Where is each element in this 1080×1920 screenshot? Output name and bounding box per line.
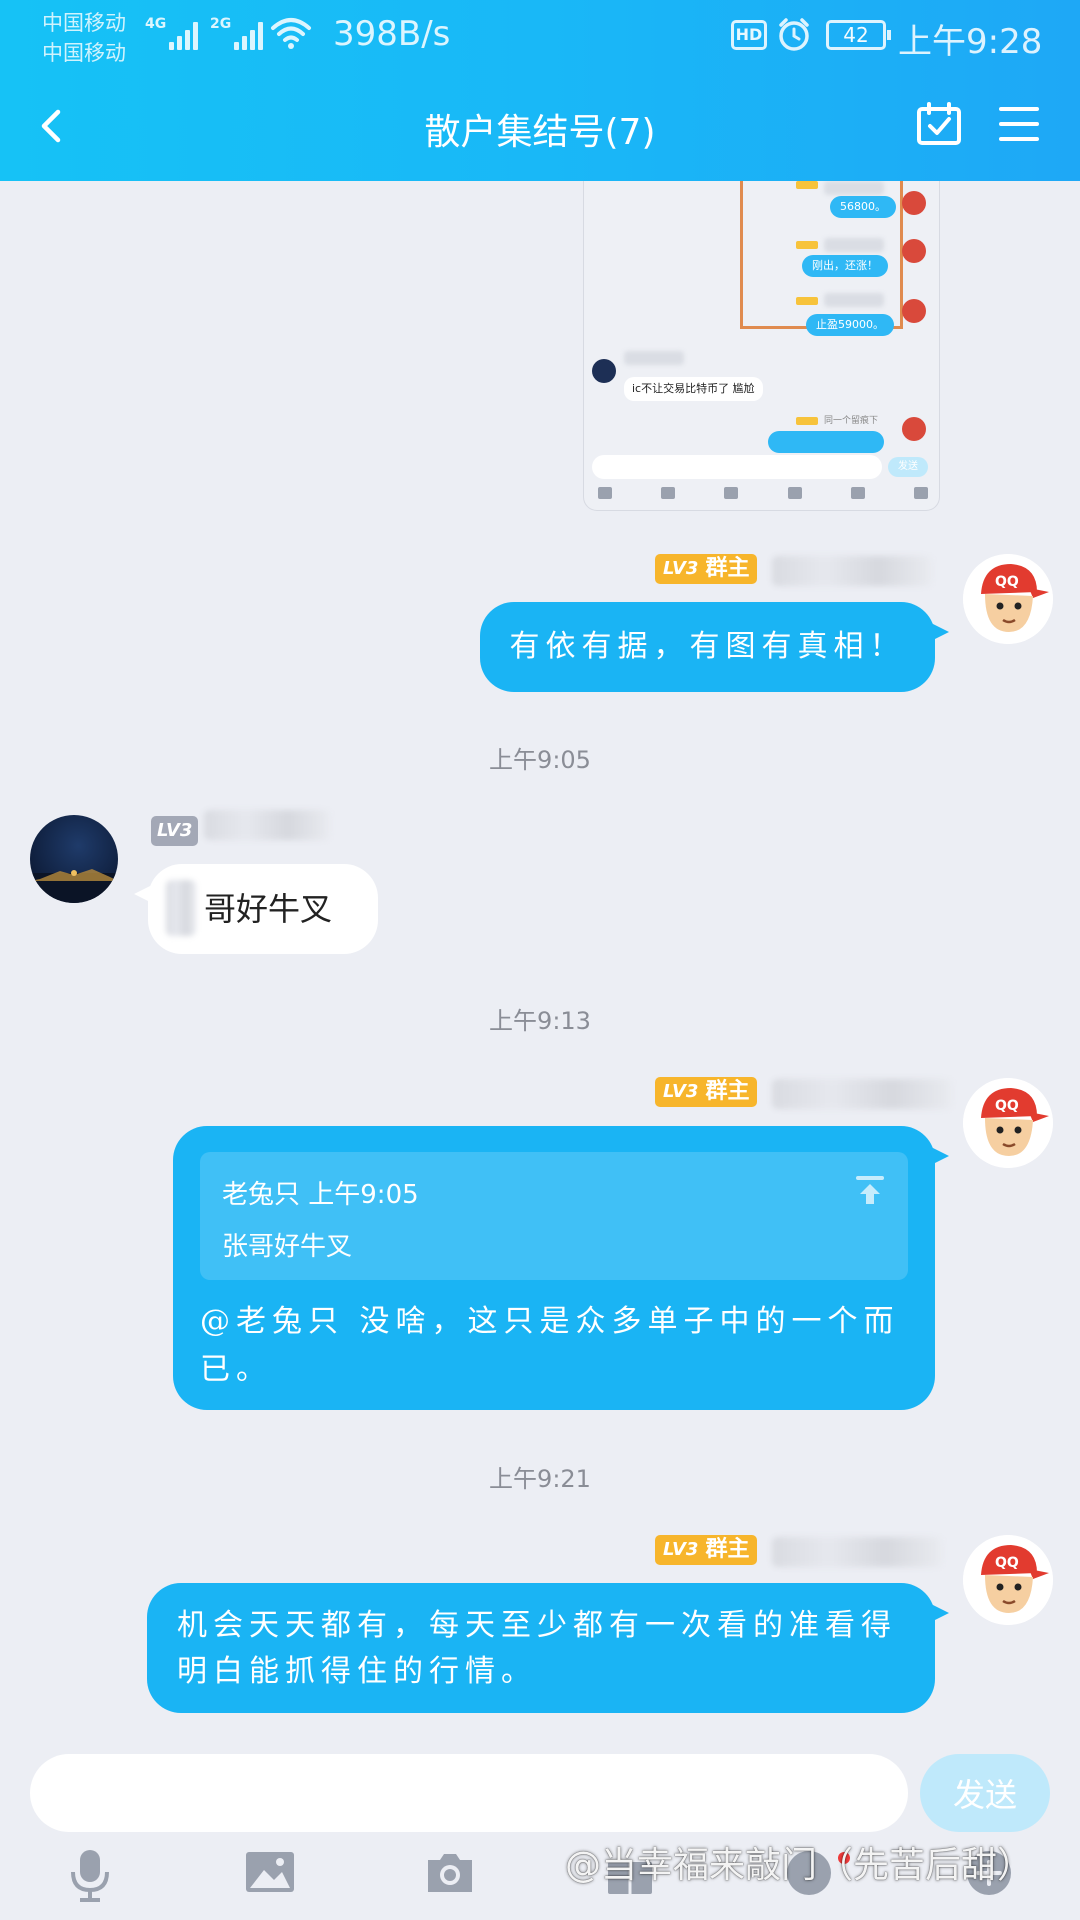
mini-avatar <box>902 299 926 323</box>
mini-avatar <box>592 359 616 383</box>
sender-name-blurred <box>772 1079 952 1109</box>
camera-icon[interactable] <box>424 1848 476 1896</box>
owner-badge: LV3 群主 <box>655 1535 758 1565</box>
watermark: @当幸福来敲门（先苦后甜） <box>565 1845 1034 1886</box>
avatar[interactable]: QQ <box>963 554 1053 644</box>
quote-text: 张哥好牛叉 <box>222 1232 353 1262</box>
carrier-2: 中国移动 <box>42 41 126 65</box>
night-city-icon <box>30 869 118 903</box>
cap-boy-icon: QQ <box>963 554 1053 644</box>
jump-to-top-icon[interactable] <box>854 1174 886 1206</box>
timestamp: 上午9:05 <box>489 746 591 774</box>
avatar[interactable]: QQ <box>963 1535 1053 1625</box>
svg-text:QQ: QQ <box>995 1098 1019 1114</box>
timestamp: 上午9:21 <box>489 1465 591 1493</box>
mini-send: 发送 <box>888 457 928 477</box>
back-arrow-icon[interactable] <box>28 98 78 154</box>
timestamp: 上午9:13 <box>489 1007 591 1035</box>
cap-boy-icon: QQ <box>963 1078 1053 1168</box>
svg-text:QQ: QQ <box>995 1555 1019 1571</box>
mini-avatar <box>902 239 926 263</box>
reply-quote[interactable]: 老兔只 上午9:05 张哥好牛叉 <box>200 1152 908 1280</box>
mini-tag-text: 同一个留痕下 <box>824 416 879 426</box>
avatar[interactable] <box>30 815 118 903</box>
menu-icon[interactable] <box>998 104 1040 144</box>
app-header: 中国移动 中国移动 4G 2G 398B/s HD 42 上午9:28 散户集结… <box>0 0 1080 181</box>
mini-bubble-2: 刚出，还涨！ <box>802 255 888 277</box>
image-icon[interactable] <box>244 1848 296 1896</box>
mini-input <box>592 455 882 479</box>
sender-name-blurred <box>204 810 330 840</box>
cap-boy-icon: QQ <box>963 1535 1053 1625</box>
mic-icon[interactable] <box>68 1848 112 1902</box>
carrier-1: 中国移动 <box>42 11 126 35</box>
shared-screenshot-image[interactable]: 56800。 刚出，还涨！ 止盈59000。 ic不让交易比特币了 尴尬 同一个… <box>583 181 940 511</box>
message-text: 哥好牛叉 <box>204 890 333 928</box>
status-bar: 中国移动 中国移动 4G 2G 398B/s HD 42 上午9:28 <box>0 0 1080 80</box>
mini-voice-bubble <box>768 431 884 453</box>
mini-bubble-3: 止盈59000。 <box>806 314 894 336</box>
sender-name-blurred <box>772 556 932 586</box>
send-button[interactable]: 发送 <box>920 1754 1050 1832</box>
mini-other-message: ic不让交易比特币了 尴尬 <box>624 377 763 401</box>
signal-4g-icon: 4G <box>145 16 201 50</box>
carrier-labels: 中国移动 中国移动 <box>42 8 126 68</box>
owner-badge: LV3 群主 <box>655 1077 758 1107</box>
message-bubble[interactable]: 机会天天都有，每天至少都有一次看的准看得 明白能抓得住的行情。 <box>147 1583 949 1713</box>
svg-text:QQ: QQ <box>995 574 1019 590</box>
wifi-icon <box>271 18 311 49</box>
mini-toolbar <box>598 487 928 499</box>
avatar[interactable]: QQ <box>963 1078 1053 1168</box>
message-bubble[interactable]: 有依有据，有图有真相！ <box>480 602 949 692</box>
sender-name-blurred <box>772 1537 942 1567</box>
text-blurred <box>166 880 196 936</box>
calendar-check-icon[interactable] <box>915 100 963 148</box>
message-text-line: 明白能抓得住的行情。 <box>177 1654 537 1689</box>
mini-avatar <box>902 417 926 441</box>
hd-icon: HD <box>731 20 767 50</box>
mini-bubble-1: 56800。 <box>830 196 896 218</box>
message-text: @老兔只 没啥，这只是众多单子中的一个而 已。 <box>200 1304 900 1387</box>
message-text-line: 机会天天都有，每天至少都有一次看的准看得 <box>177 1608 897 1643</box>
net-speed: 398B/s <box>333 14 451 54</box>
signal-2g-icon: 2G <box>210 16 266 50</box>
battery-icon: 42 <box>826 20 891 50</box>
owner-badge: LV3 群主 <box>655 554 758 584</box>
status-time: 上午9:28 <box>898 22 1043 62</box>
mini-avatar <box>902 191 926 215</box>
alarm-icon <box>779 18 809 51</box>
level-badge: LV3 <box>151 816 199 846</box>
message-input[interactable] <box>30 1754 908 1832</box>
quote-header: 老兔只 上午9:05 <box>222 1180 419 1210</box>
